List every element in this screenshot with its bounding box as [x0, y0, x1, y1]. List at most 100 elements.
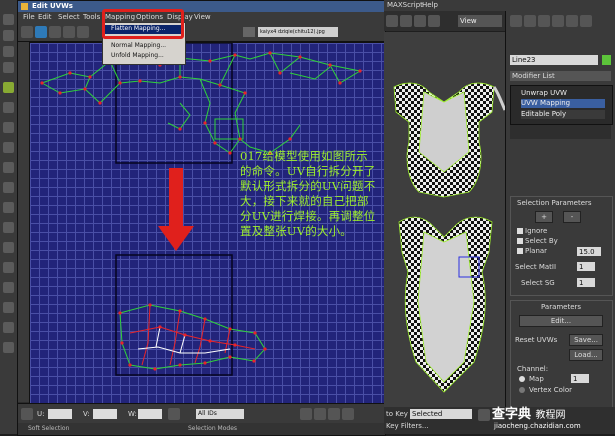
rollout-title[interactable]: Parameters	[541, 303, 581, 311]
uvw-bottom-bar: U: V: W: All IDs	[18, 403, 385, 424]
shrink-button[interactable]: -	[563, 211, 581, 223]
view-select[interactable]: View	[458, 15, 502, 27]
key-filters-button[interactable]: Key Filters...	[386, 422, 429, 430]
planar-angle-field[interactable]: 15.0	[577, 247, 601, 256]
vertex-color-label: Vertex Color	[529, 386, 573, 394]
display-tab-icon[interactable]	[566, 15, 578, 27]
watermark-sub: 教程网	[535, 410, 566, 421]
motion-tab-icon[interactable]	[552, 15, 564, 27]
tool-icon[interactable]	[3, 142, 14, 153]
planar-checkbox[interactable]	[517, 248, 523, 254]
tool-icon[interactable]	[3, 222, 14, 233]
tool-icon[interactable]	[3, 82, 14, 93]
rotate-tool-icon[interactable]	[35, 26, 47, 38]
stack-item-editable-poly[interactable]: Editable Poly	[521, 110, 605, 119]
goto-start-icon[interactable]	[478, 409, 490, 421]
freeform-tool-icon[interactable]	[63, 26, 75, 38]
lock-icon[interactable]	[21, 408, 33, 420]
menu-edit[interactable]: Edit	[38, 13, 52, 21]
model-render	[393, 82, 505, 393]
load-button[interactable]: Load...	[569, 349, 603, 361]
menu-tools[interactable]: Tools	[83, 13, 100, 21]
menu-item-unfold-mapping[interactable]: Unfold Mapping...	[111, 52, 164, 59]
uv-vertices-top	[40, 51, 362, 155]
stack-item-unwrap-uvw[interactable]: Unwrap UVW	[521, 89, 605, 98]
menu-maxscript[interactable]: MAXScript	[387, 1, 423, 9]
uvw-side-tools	[18, 42, 29, 402]
tool-icon[interactable]	[3, 242, 14, 253]
mirror-tool-icon[interactable]	[77, 26, 89, 38]
zoom-icon[interactable]	[314, 408, 326, 420]
stack-item-uvw-mapping[interactable]: UVW Mapping	[521, 99, 605, 108]
max-menubar: MAXScript Help	[384, 0, 615, 11]
selection-modes-label[interactable]: Selection Modes	[188, 425, 237, 432]
stack-controls	[510, 125, 611, 139]
v-field[interactable]	[93, 409, 117, 419]
zoom-extents-icon[interactable]	[342, 408, 354, 420]
pan-hand-icon[interactable]	[300, 408, 312, 420]
select-by-label: Select By	[525, 237, 558, 245]
select-sg-label[interactable]: Select SG	[521, 279, 555, 287]
modifier-list-dropdown[interactable]: Modifier List	[510, 71, 611, 81]
save-button[interactable]: Save...	[569, 334, 603, 346]
grow-button[interactable]: +	[535, 211, 553, 223]
reset-uvws-button[interactable]: Reset UVWs	[515, 336, 557, 344]
object-color-swatch[interactable]	[602, 55, 611, 65]
texture-dropdown[interactable]: kaiyx4 dziqie(chitu12).jpg	[258, 27, 338, 37]
soft-selection-label[interactable]: Soft Selection	[28, 425, 69, 432]
map-channel-field[interactable]: 1	[571, 374, 589, 383]
menu-item-normal-mapping[interactable]: Normal Mapping...	[111, 42, 166, 49]
texture-icon[interactable]	[243, 27, 255, 37]
tool-icon[interactable]	[3, 162, 14, 173]
tool-icon[interactable]	[414, 15, 426, 27]
tool-icon[interactable]	[386, 15, 398, 27]
zoom-region-icon[interactable]	[328, 408, 340, 420]
rollout-title[interactable]: Selection Parameters	[517, 199, 592, 207]
tool-icon[interactable]	[3, 302, 14, 313]
perspective-viewport[interactable]	[384, 32, 505, 407]
watermark-url: jiaocheng.chazidian.com	[494, 422, 581, 430]
main-toolbar-strip	[0, 0, 18, 434]
vertex-color-radio[interactable]	[519, 387, 525, 393]
channel-label: Channel:	[517, 365, 549, 373]
move-tool-icon[interactable]	[21, 26, 33, 38]
tool-icon[interactable]	[3, 122, 14, 133]
menu-view[interactable]: View	[194, 13, 211, 21]
select-sg-field[interactable]: 1	[577, 278, 595, 287]
modify-tab-icon[interactable]	[524, 15, 536, 27]
ids-select[interactable]: All IDs	[196, 409, 244, 419]
select-matid-label[interactable]: Select MatII	[515, 263, 556, 271]
object-name-field[interactable]: Line23	[510, 55, 598, 65]
menu-file[interactable]: File	[23, 13, 35, 21]
tool-icon[interactable]	[428, 15, 440, 27]
create-tab-icon[interactable]	[510, 15, 522, 27]
tool-icon[interactable]	[3, 342, 14, 353]
tool-icon[interactable]	[3, 102, 14, 113]
w-field[interactable]	[138, 409, 162, 419]
hierarchy-tab-icon[interactable]	[538, 15, 550, 27]
tool-icon[interactable]	[3, 182, 14, 193]
tool-icon[interactable]	[3, 322, 14, 333]
select-matid-field[interactable]: 1	[577, 262, 595, 271]
ignore-checkbox[interactable]	[517, 228, 523, 234]
tool-icon[interactable]	[3, 30, 14, 41]
tool-icon[interactable]	[3, 282, 14, 293]
menu-help[interactable]: Help	[422, 1, 438, 9]
key-mode-select[interactable]: Selected	[410, 409, 472, 419]
w-label: W:	[128, 410, 137, 418]
utilities-tab-icon[interactable]	[580, 15, 592, 27]
snap-icon[interactable]	[168, 408, 180, 420]
scale-tool-icon[interactable]	[49, 26, 61, 38]
tool-icon[interactable]	[3, 62, 14, 73]
u-field[interactable]	[48, 409, 72, 419]
tool-icon[interactable]	[3, 202, 14, 213]
tool-icon[interactable]	[400, 15, 412, 27]
tool-icon[interactable]	[3, 46, 14, 57]
tool-icon[interactable]	[3, 14, 14, 25]
select-by-checkbox[interactable]	[517, 238, 523, 244]
highlight-box	[102, 9, 184, 39]
tool-icon[interactable]	[3, 262, 14, 273]
menu-select[interactable]: Select	[58, 13, 80, 21]
edit-button[interactable]: Edit...	[519, 315, 603, 327]
map-radio[interactable]	[519, 376, 525, 382]
